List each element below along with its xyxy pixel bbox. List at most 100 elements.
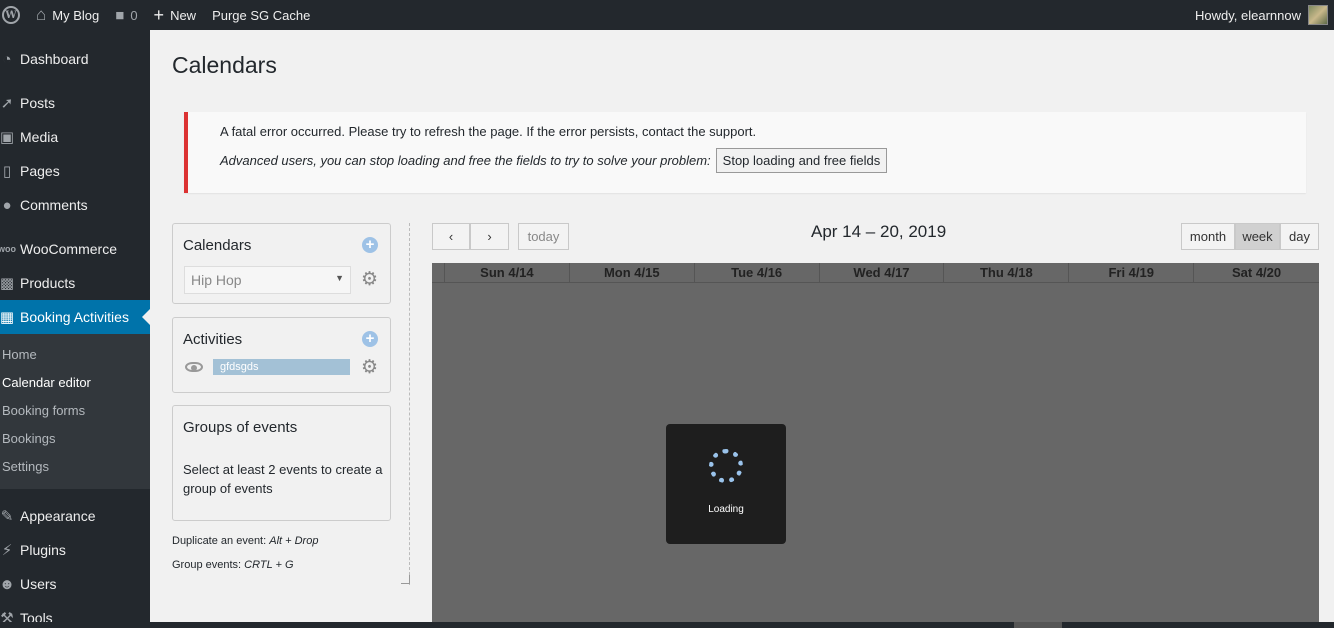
activities-box: Activities + gfdsgds ⚙ [172, 317, 391, 393]
howdy-text: Howdy, elearnnow [1195, 7, 1301, 23]
sidebar-item-label: Comments [20, 197, 88, 213]
week-view-button[interactable]: week [1235, 223, 1280, 250]
page-title: Calendars [172, 52, 277, 78]
sidebar-item-users[interactable]: ☻ Users [0, 567, 150, 601]
groups-box-title: Groups of events [183, 419, 298, 436]
sidebar-item-pages[interactable]: ▯ Pages [0, 154, 150, 188]
purge-cache-link[interactable]: Purge SG Cache [204, 0, 318, 30]
submenu-calendar-editor[interactable]: Calendar editor [0, 369, 150, 397]
sidebar-item-label: Appearance [20, 508, 96, 524]
sidebar-item-dashboard[interactable]: ◔ Dashboard [0, 42, 150, 76]
groups-description: Select at least 2 events to create a gro… [183, 462, 383, 496]
error-notice: A fatal error occurred. Please try to re… [184, 112, 1306, 193]
today-button[interactable]: today [518, 223, 569, 250]
comments-link[interactable]: ■ 0 [107, 0, 145, 30]
pin-icon: ➚ [0, 95, 14, 112]
comment-bubble-icon: ■ [115, 6, 125, 24]
calendars-box-title: Calendars [183, 237, 252, 254]
new-label: New [170, 7, 197, 23]
submenu-home[interactable]: Home [0, 341, 150, 369]
day-header: Mon 4/15 [570, 263, 695, 282]
groups-box: Groups of events Select at least 2 event… [172, 405, 391, 521]
sidebar-item-label: Plugins [20, 542, 66, 558]
calendar-grid: Sun 4/14 Mon 4/15 Tue 4/16 Wed 4/17 Thu … [432, 263, 1319, 622]
submenu-settings[interactable]: Settings [0, 453, 150, 481]
comments-count: 0 [130, 7, 138, 23]
calendar-select[interactable]: Hip Hop ▼ [184, 266, 351, 294]
new-content-link[interactable]: + New [146, 0, 205, 30]
bottom-bar [0, 622, 1334, 628]
box-icon: ▩ [0, 275, 15, 292]
wordpress-logo-icon: W [2, 6, 20, 24]
site-name: My Blog [52, 7, 100, 23]
caret-down-icon: ▼ [335, 273, 344, 283]
panel-divider [409, 223, 410, 585]
resize-handle[interactable] [401, 575, 410, 584]
chevron-right-icon: › [487, 229, 492, 244]
next-week-button[interactable]: › [470, 223, 509, 250]
woo-icon: woo [0, 244, 16, 254]
calendar-settings-gear-icon[interactable]: ⚙ [360, 270, 379, 289]
sidebar-item-label: Posts [20, 95, 56, 111]
sidebar-item-appearance[interactable]: ✎ Appearance [0, 499, 150, 533]
brush-icon: ✎ [0, 508, 14, 525]
sidebar-item-label: Dashboard [20, 51, 89, 67]
advanced-users-text: Advanced users, you can stop loading and… [220, 153, 711, 168]
advanced-users-line: Advanced users, you can stop loading and… [220, 148, 888, 173]
day-header: Sat 4/20 [1231, 265, 1282, 280]
calendar-icon: ▦ [0, 309, 15, 326]
site-name-link[interactable]: ⌂ My Blog [28, 0, 107, 30]
group-hint: Group events: CRTL + G [172, 559, 294, 571]
day-header: Sun 4/14 [445, 263, 570, 282]
prev-week-button[interactable]: ‹ [432, 223, 470, 250]
user-icon: ☻ [0, 575, 15, 593]
sidebar-item-plugins[interactable]: ⚡ Plugins [0, 533, 150, 567]
pages-icon: ▯ [2, 163, 12, 180]
avatar [1308, 5, 1328, 25]
eye-icon[interactable] [185, 362, 203, 372]
calendars-box: Calendars + Hip Hop ▼ ⚙ [172, 223, 391, 304]
home-icon: ⌂ [36, 5, 47, 24]
activities-box-title: Activities [183, 331, 243, 348]
add-calendar-icon[interactable]: + [362, 237, 378, 253]
sidebar-item-posts[interactable]: ➚ Posts [0, 86, 150, 120]
duplicate-hint-label: Duplicate an event: [172, 535, 270, 547]
spinner-icon [709, 449, 743, 483]
calendar-header-row: Sun 4/14 Mon 4/15 Tue 4/16 Wed 4/17 Thu … [432, 263, 1319, 283]
sidebar-item-label: Products [20, 275, 76, 291]
loading-text: Loading [708, 504, 744, 515]
horizontal-scrollbar-thumb[interactable] [1014, 622, 1062, 628]
sidebar-item-label: Media [20, 129, 59, 145]
day-header: Thu 4/18 [944, 263, 1070, 282]
booking-submenu: Home Calendar editor Booking forms Booki… [0, 334, 150, 489]
admin-sidebar: ◔ Dashboard ➚ Posts ▣ Media ▯ Pages ● Co… [0, 30, 150, 628]
sidebar-item-label: Users [20, 576, 57, 592]
dashboard-icon: ◔ [2, 50, 12, 68]
submenu-booking-forms[interactable]: Booking forms [0, 397, 150, 425]
submenu-bookings[interactable]: Bookings [0, 425, 150, 453]
calendar-date-range: Apr 14 – 20, 2019 [811, 222, 947, 241]
chevron-left-icon: ‹ [448, 229, 454, 244]
wordpress-logo-button[interactable]: W [0, 0, 28, 30]
day-view-button[interactable]: day [1280, 223, 1319, 250]
month-view-button[interactable]: month [1181, 223, 1235, 250]
sidebar-item-comments[interactable]: ● Comments [0, 188, 150, 222]
sidebar-item-products[interactable]: ▩ Products [0, 266, 150, 300]
stop-loading-button[interactable]: Stop loading and free fields [715, 148, 888, 173]
day-header: Fri 4/19 [1069, 263, 1195, 282]
activity-item[interactable]: gfdsgds [213, 359, 350, 375]
sidebar-item-woocommerce[interactable]: woo WooCommerce [0, 232, 150, 266]
error-message: A fatal error occurred. Please try to re… [220, 124, 757, 139]
plus-icon: + [153, 4, 165, 25]
sidebar-item-label: Booking Activities [20, 309, 129, 325]
group-hint-keys: CRTL + G [244, 559, 294, 571]
sidebar-item-booking-activities[interactable]: ▦ Booking Activities [0, 300, 150, 334]
duplicate-hint-keys: Alt + Drop [269, 535, 319, 547]
add-activity-icon[interactable]: + [362, 331, 378, 347]
activity-settings-gear-icon[interactable]: ⚙ [360, 358, 379, 377]
sidebar-item-media[interactable]: ▣ Media [0, 120, 150, 154]
sidebar-item-label: WooCommerce [20, 241, 117, 257]
time-gutter [432, 263, 445, 282]
account-menu[interactable]: Howdy, elearnnow [1187, 0, 1334, 30]
calendar-select-value: Hip Hop [191, 272, 242, 288]
